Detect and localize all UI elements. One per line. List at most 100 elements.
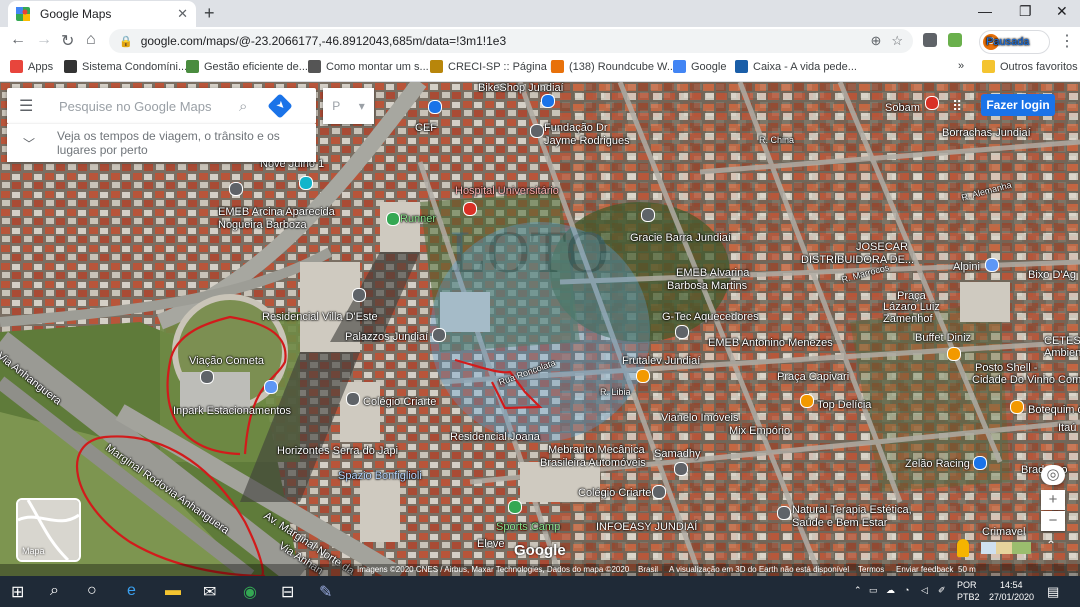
clock-date[interactable]: 27/01/2020 [989, 592, 1034, 602]
place-pin-icon[interactable] [800, 394, 814, 408]
place-pin-icon[interactable] [200, 370, 214, 384]
place-pin-icon[interactable] [428, 100, 442, 114]
chevron-down-icon[interactable]: ▾ [359, 99, 365, 113]
map-label[interactable]: Nogueira Barboza [218, 219, 307, 231]
place-pin-icon[interactable] [636, 369, 650, 383]
network-icon[interactable]: ▭ [869, 585, 878, 596]
map-label[interactable]: Jayme Rodrigues [544, 135, 630, 147]
map-label[interactable]: CETESB [1044, 335, 1080, 347]
map-label[interactable]: Praça Capivari [777, 371, 849, 383]
map-label[interactable]: Sobam [885, 102, 920, 114]
url-text[interactable]: google.com/maps/@-23.2066177,-46.8912043… [141, 34, 871, 48]
map-label[interactable]: G-Tec Aquecedores [662, 311, 759, 323]
map-label[interactable]: Cidade Do Vinho Com [972, 374, 1080, 386]
map-label[interactable]: Natural Terapia Estética, [792, 504, 912, 516]
mail-icon[interactable]: ✉ [203, 582, 216, 602]
map-label[interactable]: Botequim d [1028, 404, 1080, 416]
map-label[interactable]: Saúde e Bem Estar [792, 517, 887, 529]
transit-layer-button[interactable]: P ▾ [323, 88, 374, 124]
map-label[interactable]: Fundação Dr [544, 122, 608, 134]
bookmarks-overflow-button[interactable]: » [958, 60, 964, 72]
map-label[interactable]: Horizontes Serra do Japi [277, 445, 398, 457]
street-view-pegman-icon[interactable] [957, 539, 969, 557]
map-label[interactable]: Zamenhof [883, 313, 933, 325]
place-pin-icon[interactable] [352, 288, 366, 302]
map-label[interactable]: Gracie Barra Jundiaí [630, 232, 731, 244]
notification-icon[interactable]: ▤ [1047, 584, 1059, 600]
map-label[interactable]: Inpark Estacionamentos [173, 405, 291, 417]
windows-start-icon[interactable]: ⊞ [11, 582, 24, 602]
place-pin-icon[interactable] [925, 96, 939, 110]
map-canvas[interactable]: LOTO BikeShop Jundiaí CEF Fundação Dr Ja… [0, 82, 1080, 576]
keyboard-layout-indicator[interactable]: PTB2 [957, 592, 980, 602]
map-label[interactable]: DISTRIBUIDORA DE... [801, 254, 914, 266]
cortana-icon[interactable]: ○ [87, 582, 97, 600]
map-label[interactable]: BikeShop Jundiaí [478, 82, 564, 94]
tab-google-maps[interactable]: Google Maps ✕ [8, 1, 196, 27]
directions-icon[interactable]: ➤ [267, 93, 294, 119]
search-icon[interactable]: ⌕ [50, 582, 59, 600]
forward-arrow-icon[interactable]: → [36, 31, 52, 49]
map-label[interactable]: Colégio Criarte [578, 487, 651, 499]
bookmark-item[interactable]: (138) Roundcube W... [551, 60, 676, 73]
zoom-out-button[interactable]: − [1041, 511, 1065, 531]
map-label[interactable]: Viação Cometa [189, 355, 264, 367]
terms-link[interactable]: Termos [858, 564, 884, 576]
map-label[interactable]: Zelão Racing [905, 458, 970, 470]
more-menu-icon[interactable]: ⋮ [1059, 31, 1075, 51]
map-label[interactable]: Crimavel [982, 526, 1025, 538]
place-pin-icon[interactable] [530, 124, 544, 138]
map-label[interactable]: Lázaro Luiz [883, 301, 940, 313]
map-label[interactable]: Barbosa Martins [667, 280, 747, 292]
tab-close-icon[interactable]: ✕ [177, 6, 188, 22]
map-label[interactable]: Mebrauto Mecânica [548, 444, 645, 456]
map-label[interactable]: Frutalev Jundiaí [622, 355, 700, 367]
map-label[interactable]: Runner [400, 213, 436, 225]
place-pin-icon[interactable] [652, 485, 666, 499]
map-label[interactable]: Itaú [1058, 422, 1076, 434]
wifi-icon[interactable]: ◔ [904, 585, 909, 595]
bookmark-item[interactable]: Como montar um s... [308, 60, 429, 73]
bookmark-item[interactable]: Gestão eficiente de... [186, 60, 308, 73]
reload-icon[interactable]: ↻ [61, 31, 74, 51]
place-pin-icon[interactable] [973, 456, 987, 470]
map-label[interactable]: CEF [415, 122, 437, 134]
edge-icon[interactable]: e [127, 582, 136, 600]
place-pin-icon[interactable] [346, 392, 360, 406]
map-label[interactable]: Eleve [477, 538, 505, 550]
zoom-in-button[interactable]: + [1041, 490, 1065, 510]
place-pin-icon[interactable] [641, 208, 655, 222]
my-location-icon[interactable]: ◎ [1041, 465, 1065, 485]
map-label[interactable]: Buffet Diniz [915, 332, 971, 344]
hospital-pin-icon[interactable] [463, 202, 477, 216]
cloud-icon[interactable]: ☁ [886, 585, 895, 596]
volume-icon[interactable]: ◁ [921, 585, 928, 596]
place-pin-icon[interactable] [674, 462, 688, 476]
place-pin-icon[interactable] [947, 347, 961, 361]
tray-chevron-icon[interactable]: ⌃ [854, 585, 862, 596]
chrome-icon[interactable]: ◉ [243, 582, 257, 602]
minimize-button[interactable]: — [978, 3, 992, 19]
map-label[interactable]: INFOEASY JUNDIAÍ [596, 521, 697, 533]
map-type-toggle[interactable]: Mapa [16, 498, 81, 562]
other-bookmarks[interactable]: Outros favoritos [982, 60, 1078, 73]
map-label[interactable]: EMEB Alvarina [676, 267, 749, 279]
map-label[interactable]: Spazio Bonfiglioli [338, 470, 422, 482]
map-label[interactable]: Colégio Criarte [363, 396, 436, 408]
place-pin-icon[interactable] [432, 328, 446, 342]
paint-icon[interactable]: ✎ [319, 582, 332, 602]
street-label[interactable]: R. Libia [600, 386, 631, 398]
map-label[interactable]: Top Delícia [817, 399, 871, 411]
expand-icon[interactable]: ⌃ [1046, 538, 1056, 552]
file-explorer-icon[interactable]: ▬ [165, 582, 181, 600]
place-pin-icon[interactable] [985, 258, 999, 272]
travel-times-hint[interactable]: ﹀ Veja os tempos de viagem, o trânsito e… [7, 124, 316, 162]
map-label[interactable]: Sports Camp [496, 521, 560, 533]
map-label[interactable]: Mix Empório [729, 425, 790, 437]
place-pin-icon[interactable] [777, 506, 791, 520]
chevron-down-icon[interactable]: ﹀ [23, 135, 43, 152]
close-window-button[interactable]: ✕ [1056, 3, 1068, 20]
place-pin-icon[interactable] [386, 212, 400, 226]
map-label[interactable]: Residencial Joana [450, 431, 540, 443]
map-label[interactable]: Posto Shell - [975, 362, 1037, 374]
